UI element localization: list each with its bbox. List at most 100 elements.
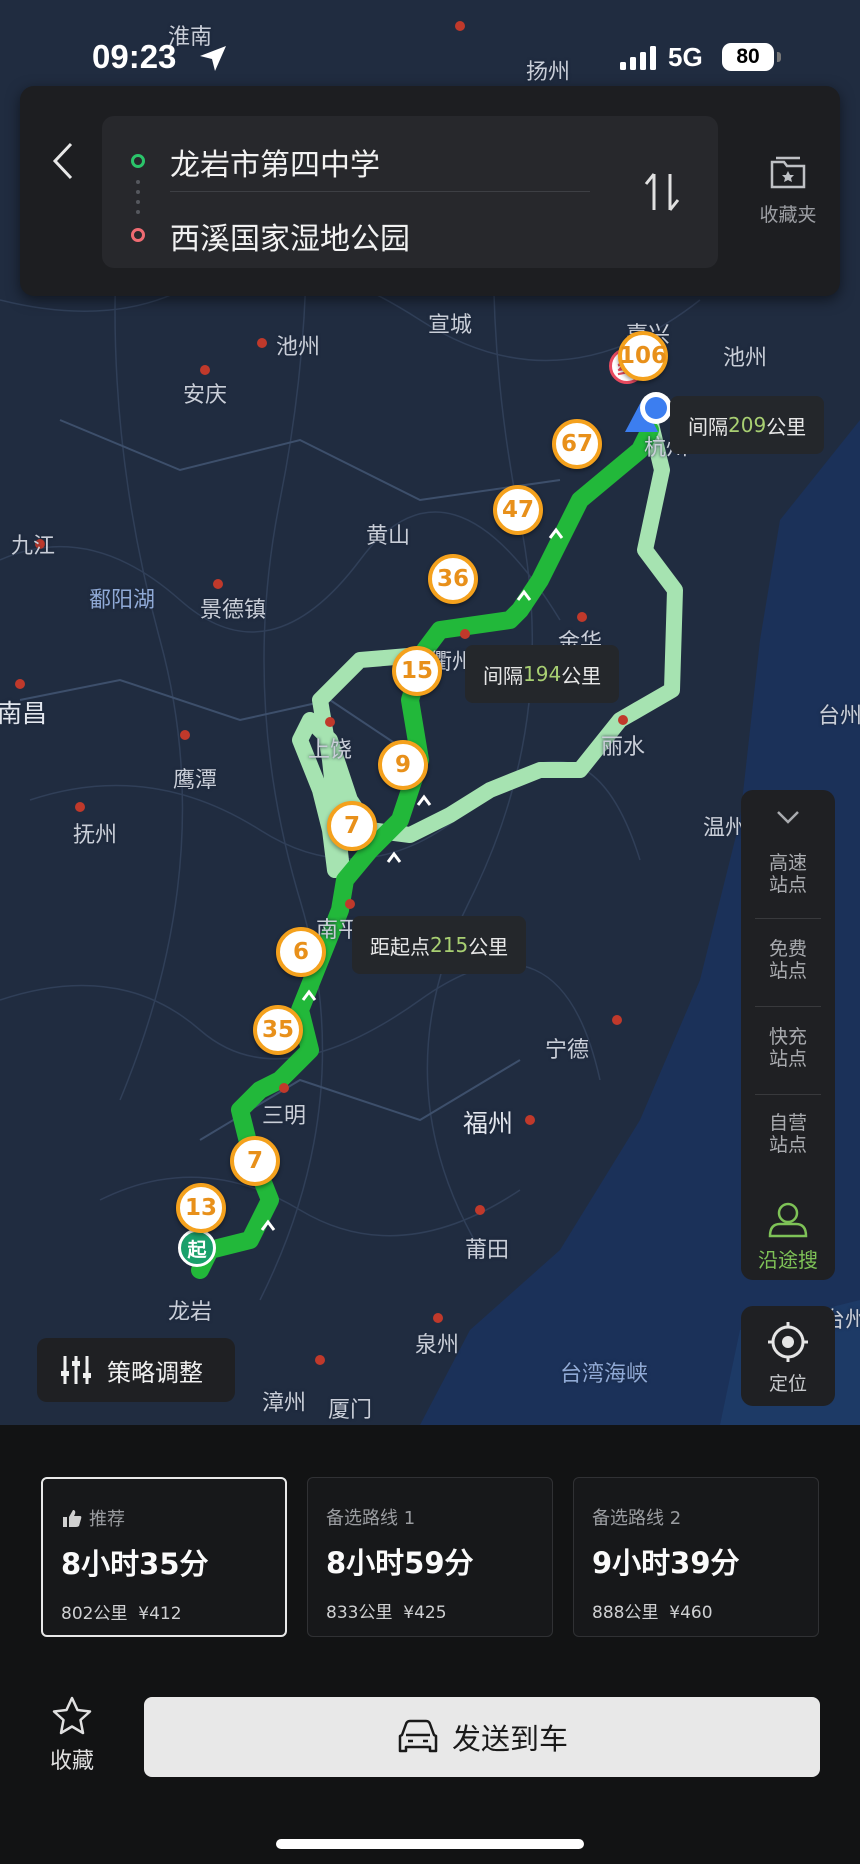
chevron-down-icon <box>777 811 799 824</box>
distance-tip: 距起点 215 公里 <box>352 916 527 974</box>
route-distance: 888公里 <box>592 1603 659 1623</box>
location-arrow-icon <box>200 46 226 71</box>
city-label: 宣城 <box>427 313 473 338</box>
city-label: 鄱阳湖 <box>88 588 156 613</box>
separator <box>755 918 821 919</box>
charging-marker[interactable]: 7 <box>327 801 377 851</box>
city-label: 上饶 <box>307 738 353 763</box>
destination-field[interactable]: 西溪国家湿地公园 <box>170 214 410 258</box>
route-card-alt-1[interactable]: 备选路线 1 8小时59分 833公里 ¥425 <box>307 1477 553 1637</box>
station-filter-panel: 高速 站点 免费 站点 快充 站点 自营 站点 沿途搜 <box>741 790 835 1280</box>
route-panel: 龙岩市第四中学 西溪国家湿地公园 收藏夹 <box>20 86 840 296</box>
connector-dots <box>136 180 140 214</box>
charging-marker[interactable]: 36 <box>428 554 478 604</box>
destination-dot <box>131 228 145 242</box>
route-tag: 备选路线 2 <box>592 1508 682 1529</box>
filter-label: 免费 站点 <box>768 938 807 982</box>
tip-suffix: 公里 <box>468 934 509 959</box>
strategy-button[interactable]: 策略调整 <box>37 1338 235 1402</box>
city-label: 黄山 <box>365 524 411 549</box>
route-meta: 888公里 ¥460 <box>592 1598 818 1623</box>
fast-charge-filter[interactable]: 快充 站点 <box>741 1026 835 1070</box>
charging-marker[interactable]: 13 <box>176 1183 226 1233</box>
free-station-filter[interactable]: 免费 站点 <box>741 938 835 982</box>
home-indicator <box>276 1839 584 1849</box>
city-label: 台湾海峡 <box>559 1362 649 1387</box>
route-distance: 802公里 <box>61 1604 128 1624</box>
chevron-left-icon <box>52 142 73 180</box>
route-meta: 833公里 ¥425 <box>326 1598 552 1623</box>
city-label: 泉州 <box>414 1333 460 1358</box>
origin-field[interactable]: 龙岩市第四中学 <box>170 140 380 184</box>
separator <box>755 1006 821 1007</box>
route-card-alt-2[interactable]: 备选路线 2 9小时39分 888公里 ¥460 <box>573 1477 819 1637</box>
city-label: 莆田 <box>464 1238 510 1263</box>
city-label: 三明 <box>261 1104 307 1129</box>
tip-value: 209 <box>728 413 767 437</box>
route-duration: 8小时35分 <box>61 1547 209 1581</box>
tip-prefix: 间隔 <box>688 414 728 439</box>
city-label: 池州 <box>275 335 321 360</box>
collect-button[interactable]: 收藏 <box>40 1695 104 1775</box>
charging-marker[interactable]: 106 <box>618 331 668 381</box>
city-label: 台州 <box>817 704 860 729</box>
battery-tip <box>777 52 781 62</box>
route-card-recommended[interactable]: 推荐 8小时35分 802公里 ¥412 <box>41 1477 287 1637</box>
charging-marker[interactable]: 47 <box>493 485 543 535</box>
charging-marker[interactable]: 15 <box>392 646 442 696</box>
collapse-button[interactable] <box>741 808 835 830</box>
route-options-sheet: 推荐 8小时35分 802公里 ¥412 备选路线 1 8小时59分 833公里… <box>0 1425 860 1864</box>
charging-marker[interactable]: 67 <box>552 419 602 469</box>
crosshair-icon <box>768 1322 808 1362</box>
start-badge: 起 <box>178 1229 216 1267</box>
route-duration: 8小时59分 <box>326 1546 474 1580</box>
divider <box>170 191 590 192</box>
route-cost: ¥460 <box>669 1603 713 1623</box>
favorites-button[interactable]: 收藏夹 <box>738 154 838 227</box>
charging-marker[interactable]: 35 <box>253 1005 303 1055</box>
collect-label: 收藏 <box>49 1749 94 1774</box>
star-icon <box>52 1696 92 1735</box>
city-label: 鹰潭 <box>172 768 218 793</box>
route-duration: 9小时39分 <box>592 1546 740 1580</box>
filter-label: 自营 站点 <box>768 1112 807 1156</box>
locate-button[interactable]: 定位 <box>741 1306 835 1406</box>
send-to-car-label: 发送到车 <box>451 1722 568 1756</box>
locate-label: 定位 <box>768 1373 807 1395</box>
route-meta: 802公里 ¥412 <box>61 1599 285 1624</box>
route-tag: 推荐 <box>61 1505 285 1531</box>
favorites-label: 收藏夹 <box>759 204 817 226</box>
tip-suffix: 公里 <box>766 414 807 439</box>
city-label: 福州 <box>462 1109 514 1138</box>
city-label: 安庆 <box>182 383 228 408</box>
distance-tip: 间隔 209 公里 <box>670 396 825 454</box>
car-icon <box>398 1719 438 1753</box>
tip-suffix: 公里 <box>561 663 602 688</box>
route-inputs: 龙岩市第四中学 西溪国家湿地公园 <box>102 116 718 268</box>
highway-station-filter[interactable]: 高速 站点 <box>741 852 835 896</box>
city-label: 抚州 <box>72 823 118 848</box>
self-operated-filter[interactable]: 自营 站点 <box>741 1112 835 1156</box>
separator <box>755 1094 821 1095</box>
search-along-button[interactable]: 沿途搜 <box>741 1200 835 1271</box>
network-type: 5G <box>668 42 703 72</box>
route-distance: 833公里 <box>326 1603 393 1623</box>
send-to-car-button[interactable]: 发送到车 <box>144 1697 820 1777</box>
city-label: 池州 <box>722 346 768 371</box>
back-button[interactable] <box>38 126 88 196</box>
filter-label: 高速 站点 <box>768 852 807 896</box>
city-label: 漳州 <box>261 1391 307 1416</box>
swap-button[interactable] <box>630 160 694 224</box>
thumbs-up-icon <box>63 1510 82 1527</box>
city-label: 景德镇 <box>199 598 267 623</box>
charging-marker[interactable]: 6 <box>276 927 326 977</box>
battery-icon: 80 <box>722 43 774 71</box>
strategy-label: 策略调整 <box>107 1358 203 1387</box>
route-cost: ¥425 <box>403 1603 447 1623</box>
city-label: 龙岩 <box>167 1300 213 1325</box>
charging-marker[interactable]: 7 <box>230 1136 280 1186</box>
charging-marker[interactable]: 9 <box>378 740 428 790</box>
city-label: 丽水 <box>600 735 646 760</box>
swap-icon <box>644 173 680 211</box>
tip-prefix: 间隔 <box>483 663 523 688</box>
